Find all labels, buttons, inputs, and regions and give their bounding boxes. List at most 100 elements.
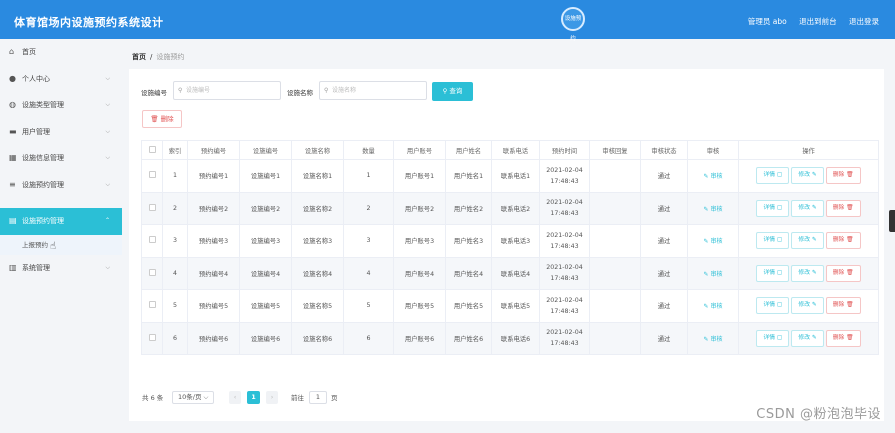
batch-delete-button[interactable]: 🗑 删除	[142, 110, 182, 128]
delete-button[interactable]: 删除 🗑	[825, 297, 861, 315]
delete-button-label: 删除	[160, 115, 174, 123]
main-content: 首页 / 设施预约 设施编号 ⚲ 设施编号 设施名称 ⚲ 设施名称 ⚲ 查询 🗑 删…	[122, 39, 895, 433]
goto-label: 前往	[291, 394, 304, 402]
detail-button[interactable]: 详情 ▢	[756, 264, 790, 282]
calendar-icon: ▤	[9, 216, 17, 225]
sidebar-item-system[interactable]: ▥ 系统管理 ⌵	[0, 255, 122, 282]
audit-link[interactable]: ✎ 审核	[704, 238, 723, 245]
edit-button[interactable]: 修改 ✎	[791, 264, 824, 282]
edit-button[interactable]: 修改 ✎	[791, 297, 824, 315]
select-all-checkbox[interactable]	[148, 145, 156, 153]
row-select-cell[interactable]	[141, 321, 163, 355]
sidebar-item-profile[interactable]: ● 个人中心 ⌵	[0, 66, 122, 93]
edit-button[interactable]: 修改 ✎	[791, 329, 824, 347]
row-select-cell[interactable]	[141, 224, 163, 258]
edit-icon: ✎	[811, 172, 817, 179]
sidebar-item-facility-info[interactable]: ▦ 设施信息管理 ⌵	[0, 145, 122, 172]
trash-icon: 🗑	[846, 172, 854, 179]
sidebar-item-reservation-manage[interactable]: ▤ 设施预约管理 ⌃	[0, 208, 122, 235]
audit-link[interactable]: ✎ 审核	[704, 206, 723, 213]
row-checkbox[interactable]	[148, 203, 156, 211]
page-size-select[interactable]: 10条/页 ⌵	[172, 391, 215, 404]
cell-reply	[589, 159, 641, 193]
col-header: 审核回复	[589, 140, 641, 160]
sidebar-item-users[interactable]: ▬ 用户管理 ⌵	[0, 119, 122, 146]
cell-actions: 详情 ▢ 修改 ✎ 删除 🗑	[738, 224, 879, 258]
audit-link[interactable]: ✎ 审核	[704, 271, 723, 278]
cell-name: 设施名称4	[291, 256, 344, 290]
delete-label: 删除	[832, 204, 845, 211]
edit-button[interactable]: 修改 ✎	[791, 232, 824, 250]
row-select-cell[interactable]	[141, 289, 163, 323]
row-select-cell[interactable]	[141, 191, 163, 225]
cell-reply	[589, 321, 641, 355]
table-row[interactable]: 2 预约编号2 设施编号2 设施名称2 2 用户账号2 用户姓名2 联系电话2 2021-02-…	[141, 191, 879, 225]
breadcrumb-separator: /	[150, 53, 153, 61]
cell-actions: 详情 ▢ 修改 ✎ 删除 🗑	[738, 191, 879, 225]
document-icon: ▢	[776, 204, 783, 211]
admin-user-link[interactable]: 管理员 abo	[748, 17, 787, 26]
cell-reply	[589, 191, 641, 225]
sidebar-subitem-report[interactable]: 上报预约	[0, 234, 122, 255]
query-button[interactable]: ⚲ 查询	[432, 82, 473, 101]
goto-page-input[interactable]: 1	[309, 391, 327, 404]
delete-button[interactable]: 删除 🗑	[825, 329, 861, 347]
exit-to-frontend-link[interactable]: 退出到前台	[799, 17, 837, 26]
next-page-button[interactable]: ›	[266, 391, 278, 404]
cell-audit: ✎ 审核	[687, 191, 739, 225]
table-row[interactable]: 3 预约编号3 设施编号3 设施名称3 3 用户账号3 用户姓名3 联系电话3 2021-02-…	[141, 224, 879, 258]
reservation-date: 2021-02-04	[546, 166, 583, 174]
sidebar-item-facility-types[interactable]: ◍ 设施类型管理 ⌵	[0, 92, 122, 119]
reservation-date: 2021-02-04	[546, 231, 583, 239]
logout-link[interactable]: 退出登录	[849, 17, 879, 26]
facility-name-input[interactable]: ⚲ 设施名称	[319, 81, 427, 100]
cell-order: 预约编号6	[187, 321, 240, 355]
row-checkbox[interactable]	[148, 301, 156, 309]
cell-idx: 6	[162, 321, 188, 355]
scroll-handle[interactable]	[889, 210, 895, 232]
detail-button[interactable]: 详情 ▢	[756, 199, 790, 217]
row-select-cell[interactable]	[141, 159, 163, 193]
sidebar-item-home[interactable]: ⌂ 首页	[0, 39, 122, 66]
cell-audit: ✎ 审核	[687, 256, 739, 290]
delete-button[interactable]: 删除 🗑	[825, 199, 861, 217]
row-checkbox[interactable]	[148, 268, 156, 276]
chevron-down-icon: ⌵	[105, 127, 110, 135]
audit-link[interactable]: ✎ 审核	[704, 303, 723, 310]
cell-phone: 联系电话1	[491, 159, 540, 193]
table-row[interactable]: 1 预约编号1 设施编号1 设施名称1 1 用户账号1 用户姓名1 联系电话1 2021-02-…	[141, 159, 879, 193]
detail-button[interactable]: 详情 ▢	[756, 329, 790, 347]
detail-button[interactable]: 详情 ▢	[756, 297, 790, 315]
breadcrumb-home[interactable]: 首页	[132, 53, 146, 61]
delete-button[interactable]: 删除 🗑	[825, 232, 861, 250]
trash-icon: 🗑	[846, 334, 854, 341]
row-checkbox[interactable]	[148, 333, 156, 341]
delete-button[interactable]: 删除 🗑	[825, 264, 861, 282]
delete-button[interactable]: 删除 🗑	[825, 167, 861, 185]
prev-page-button[interactable]: ‹	[229, 391, 241, 404]
row-select-cell[interactable]	[141, 256, 163, 290]
chevron-up-icon: ⌃	[104, 217, 110, 224]
cell-code: 设施编号5	[239, 289, 292, 323]
detail-button[interactable]: 详情 ▢	[756, 232, 790, 250]
table-row[interactable]: 5 预约编号5 设施编号5 设施名称5 5 用户账号5 用户姓名5 联系电话5 2021-02-…	[141, 289, 879, 323]
table-row[interactable]: 4 预约编号4 设施编号4 设施名称4 4 用户账号4 用户姓名4 联系电话4 2021-02-…	[141, 256, 879, 290]
edit-icon: ✎	[811, 302, 817, 309]
row-checkbox[interactable]	[148, 236, 156, 244]
audit-link[interactable]: ✎ 审核	[704, 173, 723, 180]
reservation-clock: 17:48:43	[550, 340, 579, 348]
audit-link[interactable]: ✎ 审核	[704, 336, 723, 343]
table-row[interactable]: 6 预约编号6 设施编号6 设施名称6 6 用户账号6 用户姓名6 联系电话6 2021-02-…	[141, 321, 879, 355]
facility-code-input[interactable]: ⚲ 设施编号	[173, 81, 281, 100]
page-number-current[interactable]: 1	[247, 391, 260, 404]
detail-button[interactable]: 详情 ▢	[756, 167, 790, 185]
select-all-cell[interactable]	[141, 140, 163, 160]
chevron-down-icon: ⌵	[203, 393, 209, 401]
cell-code: 设施编号2	[239, 191, 292, 225]
row-checkbox[interactable]	[148, 171, 156, 179]
edit-button[interactable]: 修改 ✎	[791, 167, 824, 185]
sidebar-item-reservations[interactable]: ≡ 设施预约管理 ⌵	[0, 172, 122, 199]
cell-reservation-time: 2021-02-04 17:48:43	[539, 159, 590, 193]
edit-button[interactable]: 修改 ✎	[791, 199, 824, 217]
sidebar-item-label: 设施预约管理	[22, 180, 64, 189]
